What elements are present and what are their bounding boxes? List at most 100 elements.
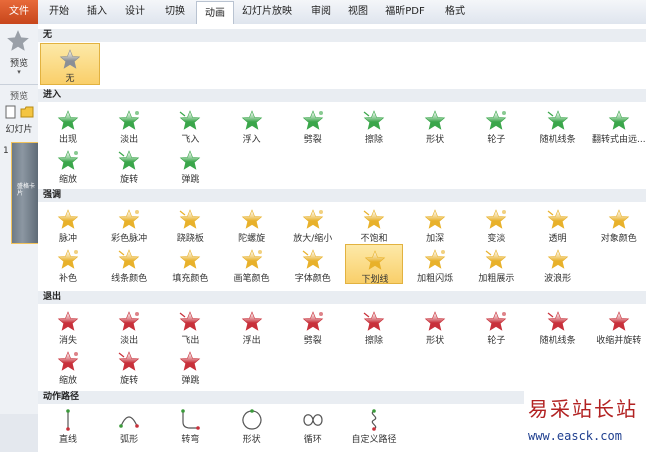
animation-emphasis-9[interactable]: 对象颜色 xyxy=(590,204,646,244)
slide-number: 1 xyxy=(3,146,9,156)
animation-entrance-1[interactable]: 淡出 xyxy=(100,105,158,145)
animation-paths-2[interactable]: 转弯 xyxy=(161,405,219,445)
animation-emphasis-13[interactable]: 画笔颜色 xyxy=(223,244,281,284)
tab-1[interactable]: 开始 xyxy=(40,0,78,24)
star-icon xyxy=(241,110,262,130)
animation-paths-0[interactable]: 直线 xyxy=(39,405,97,445)
animation-label: 劈裂 xyxy=(303,135,322,145)
left-panel-footer xyxy=(0,414,38,452)
animation-exit-11[interactable]: 旋转 xyxy=(100,346,158,386)
slides-tab[interactable]: 幻灯片 xyxy=(0,122,38,135)
animation-paths-5[interactable]: 自定义路径 xyxy=(345,405,403,445)
animation-entrance-7[interactable]: 轮子 xyxy=(467,105,525,145)
animation-entrance-9[interactable]: 翻转式由远... xyxy=(590,105,646,145)
star-icon xyxy=(118,150,140,170)
animation-entrance-11[interactable]: 旋转 xyxy=(100,145,158,185)
animation-exit-10[interactable]: 缩放 xyxy=(39,346,97,386)
animation-emphasis-2[interactable]: 跷跷板 xyxy=(161,204,219,244)
star-icon xyxy=(57,110,79,130)
animation-emphasis-6[interactable]: 加深 xyxy=(406,204,464,244)
animation-entrance-3[interactable]: 浮入 xyxy=(223,105,281,145)
slides-view-icon[interactable] xyxy=(4,105,18,119)
tab-10[interactable]: 格式 xyxy=(436,0,474,24)
animation-entrance-4[interactable]: 劈裂 xyxy=(284,105,342,145)
animation-label: 线条颜色 xyxy=(111,274,148,284)
tab-2[interactable]: 插入 xyxy=(78,0,116,24)
tab-7[interactable]: 审阅 xyxy=(302,0,340,24)
animation-emphasis-8[interactable]: 透明 xyxy=(529,204,587,244)
star-icon xyxy=(608,110,630,130)
animation-label: 消失 xyxy=(58,336,77,346)
star-icon xyxy=(118,209,140,229)
animation-exit-3[interactable]: 浮出 xyxy=(223,306,281,346)
animation-entrance-0[interactable]: 出现 xyxy=(39,105,97,145)
animation-exit-0[interactable]: 消失 xyxy=(39,306,97,346)
animation-none-0[interactable]: 无 xyxy=(40,43,100,85)
slide-thumbnail[interactable]: 盛格卡片 xyxy=(11,142,39,244)
animation-exit-8[interactable]: 随机线条 xyxy=(529,306,587,346)
animation-label: 放大/缩小 xyxy=(293,234,333,244)
tab-4[interactable]: 切换 xyxy=(156,0,194,24)
animation-exit-5[interactable]: 擦除 xyxy=(345,306,403,346)
animation-emphasis-17[interactable]: 加粗展示 xyxy=(467,244,525,284)
outline-view-icon[interactable] xyxy=(20,105,34,119)
animation-label: 跷跷板 xyxy=(176,234,204,244)
animation-entrance-12[interactable]: 弹跳 xyxy=(161,145,219,185)
animation-exit-12[interactable]: 弹跳 xyxy=(161,346,219,386)
animation-emphasis-14[interactable]: 字体颜色 xyxy=(284,244,342,284)
tab-3[interactable]: 设计 xyxy=(116,0,154,24)
star-icon xyxy=(486,209,507,229)
tab-0[interactable]: 文件 xyxy=(0,0,38,24)
animation-label: 旋转 xyxy=(120,175,139,185)
star-icon xyxy=(180,150,201,170)
star-icon xyxy=(486,110,507,130)
animation-emphasis-18[interactable]: 波浪形 xyxy=(529,244,587,284)
tab-9[interactable]: 福昕PDF xyxy=(376,0,434,24)
animation-exit-1[interactable]: 淡出 xyxy=(100,306,158,346)
animation-emphasis-1[interactable]: 彩色脉冲 xyxy=(100,204,158,244)
star-icon xyxy=(302,110,324,130)
animation-emphasis-7[interactable]: 变淡 xyxy=(467,204,525,244)
star-icon xyxy=(302,311,324,331)
star-icon xyxy=(57,311,79,331)
animation-exit-7[interactable]: 轮子 xyxy=(467,306,525,346)
tab-6[interactable]: 幻灯片放映 xyxy=(234,0,300,24)
star-icon xyxy=(608,209,630,229)
star-icon xyxy=(486,311,507,331)
animation-emphasis-5[interactable]: 不饱和 xyxy=(345,204,403,244)
animation-label: 缩放 xyxy=(58,376,77,386)
animation-paths-3[interactable]: 形状 xyxy=(223,405,281,445)
animation-emphasis-16[interactable]: 加粗闪烁 xyxy=(406,244,464,284)
animation-label: 飞出 xyxy=(181,336,200,346)
watermark: 易采站长站 www.easck.com xyxy=(524,391,646,452)
animation-label: 不饱和 xyxy=(360,234,388,244)
animation-exit-6[interactable]: 形状 xyxy=(406,306,464,346)
animation-label: 缩放 xyxy=(58,175,77,185)
star-icon xyxy=(424,249,446,269)
animation-entrance-8[interactable]: 随机线条 xyxy=(529,105,587,145)
animation-paths-4[interactable]: 循环 xyxy=(284,405,342,445)
animation-entrance-10[interactable]: 缩放 xyxy=(39,145,97,185)
tab-8[interactable]: 视图 xyxy=(340,0,376,24)
animation-emphasis-0[interactable]: 脉冲 xyxy=(39,204,97,244)
animation-emphasis-12[interactable]: 填充颜色 xyxy=(161,244,219,284)
animation-emphasis-4[interactable]: 放大/缩小 xyxy=(284,204,342,244)
animation-label: 补色 xyxy=(58,274,77,284)
animation-exit-2[interactable]: 飞出 xyxy=(161,306,219,346)
animation-entrance-2[interactable]: 飞入 xyxy=(161,105,219,145)
star-icon xyxy=(57,150,79,170)
animation-emphasis-3[interactable]: 陀螺旋 xyxy=(223,204,281,244)
section-header-exit: 退出 xyxy=(38,291,646,304)
animation-exit-9[interactable]: 收缩并旋转 xyxy=(590,306,646,346)
animation-label: 随机线条 xyxy=(539,336,576,346)
animation-entrance-5[interactable]: 擦除 xyxy=(345,105,403,145)
tab-5[interactable]: 动画 xyxy=(196,1,234,26)
animation-entrance-6[interactable]: 形状 xyxy=(406,105,464,145)
animation-label: 加粗闪烁 xyxy=(417,274,454,284)
animation-paths-1[interactable]: 弧形 xyxy=(100,405,158,445)
animation-emphasis-10[interactable]: 补色 xyxy=(39,244,97,284)
animation-exit-4[interactable]: 劈裂 xyxy=(284,306,342,346)
animation-label: 轮子 xyxy=(487,336,506,346)
animation-emphasis-11[interactable]: 线条颜色 xyxy=(100,244,158,284)
animation-emphasis-15[interactable]: 下划线 xyxy=(345,244,403,285)
